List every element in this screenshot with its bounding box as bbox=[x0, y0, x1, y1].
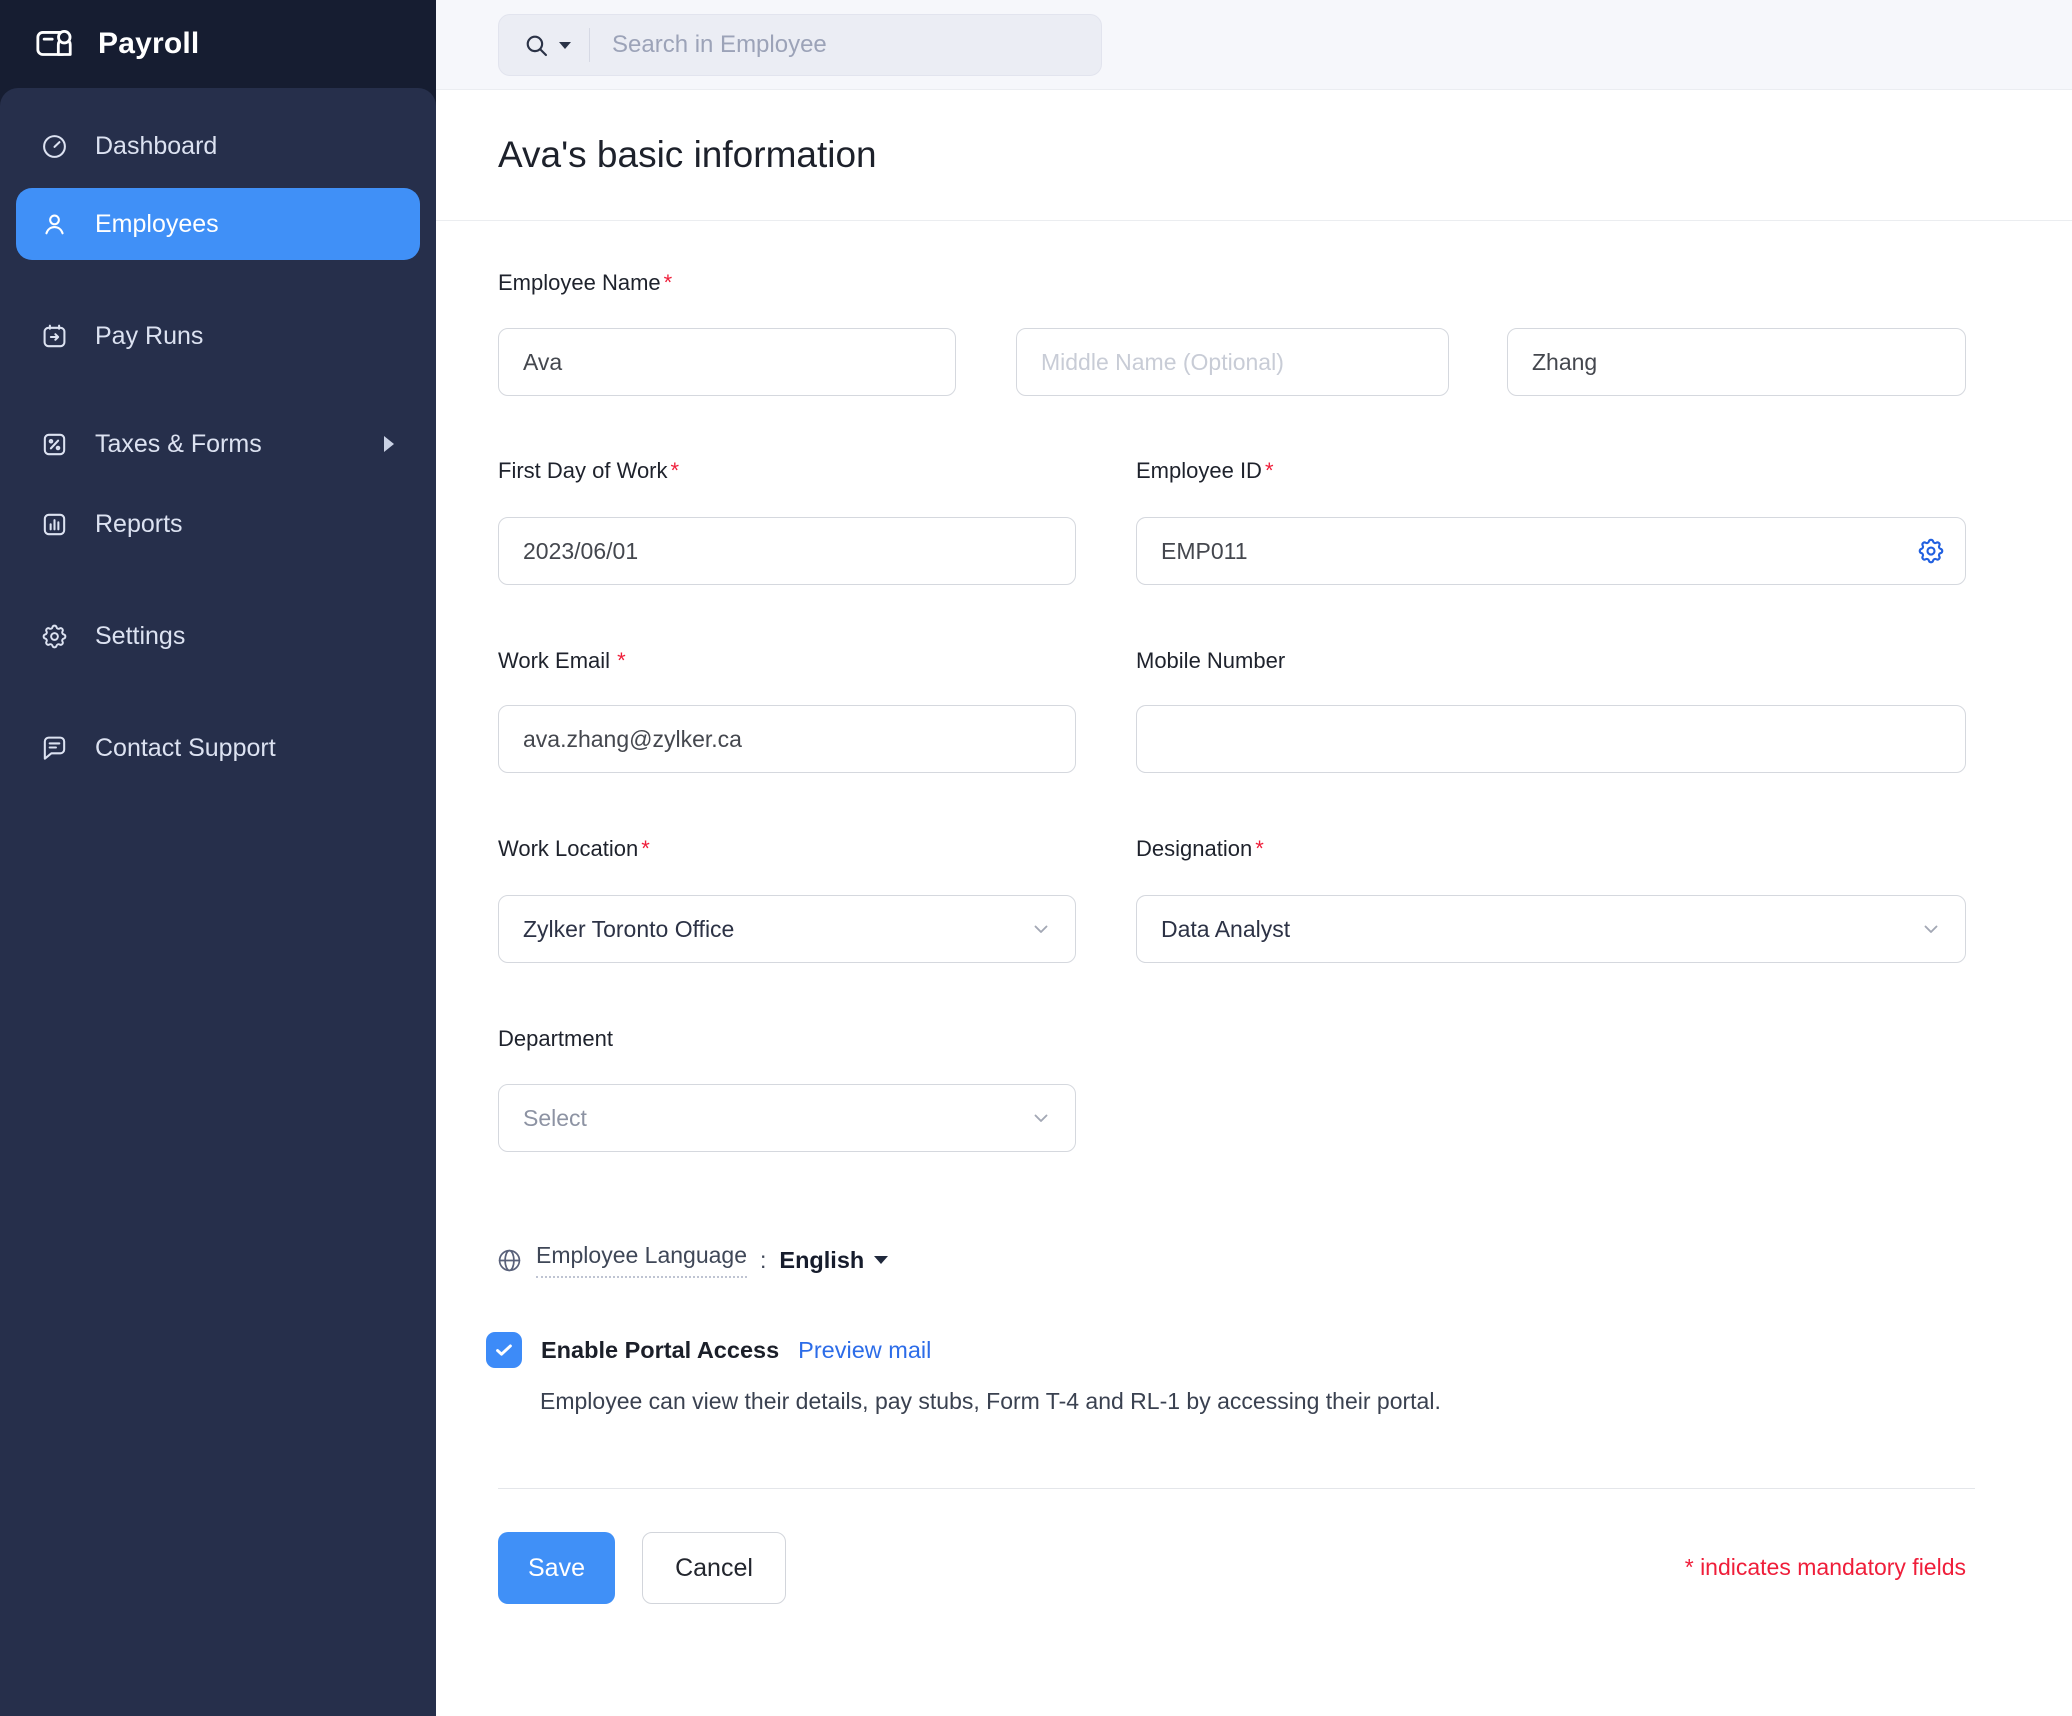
search-input[interactable] bbox=[590, 31, 1101, 59]
sidebar-item-reports[interactable]: Reports bbox=[16, 492, 420, 556]
portal-access-description: Employee can view their details, pay stu… bbox=[540, 1388, 1441, 1415]
reports-icon bbox=[40, 510, 69, 539]
taxes-forms-icon bbox=[40, 430, 69, 459]
work-email-input[interactable] bbox=[498, 705, 1076, 773]
required-asterisk: * bbox=[641, 836, 650, 861]
middle-name-input[interactable] bbox=[1016, 328, 1449, 396]
check-icon bbox=[493, 1339, 515, 1361]
contact-support-icon bbox=[40, 734, 69, 763]
page-title: Ava's basic information bbox=[498, 134, 877, 176]
mandatory-fields-note: * indicates mandatory fields bbox=[1685, 1554, 1966, 1581]
required-asterisk: * bbox=[671, 458, 680, 483]
divider bbox=[436, 220, 2072, 221]
portal-access-label: Enable Portal Access bbox=[541, 1337, 779, 1364]
employee-name-label: Employee Name* bbox=[498, 270, 672, 296]
app-title: Payroll bbox=[98, 27, 199, 61]
settings-icon bbox=[40, 622, 69, 651]
department-label: Department bbox=[498, 1026, 613, 1052]
employee-id-settings-gear-icon[interactable] bbox=[1916, 536, 1946, 566]
chevron-down-icon bbox=[1029, 1106, 1053, 1130]
employee-language-label: Employee Language bbox=[536, 1242, 747, 1278]
portal-access-checkbox[interactable] bbox=[486, 1332, 522, 1368]
sidebar-item-label: Employees bbox=[95, 210, 219, 239]
sidebar-item-label: Settings bbox=[95, 622, 185, 651]
employee-language-separator: : bbox=[760, 1247, 766, 1274]
required-asterisk: * bbox=[1265, 458, 1274, 483]
sidebar-item-label: Dashboard bbox=[95, 132, 217, 161]
first-day-of-work-input[interactable] bbox=[498, 517, 1076, 585]
employee-id-field bbox=[1136, 517, 1966, 585]
employee-id-label: Employee ID* bbox=[1136, 458, 1274, 484]
cancel-button[interactable]: Cancel bbox=[642, 1532, 786, 1604]
sidebar: Payroll Dashboard Employees bbox=[0, 0, 436, 1716]
designation-label: Designation* bbox=[1136, 836, 1264, 862]
required-asterisk: * bbox=[1255, 836, 1264, 861]
designation-select[interactable]: Data Analyst bbox=[1136, 895, 1966, 963]
department-select[interactable]: Select bbox=[498, 1084, 1076, 1152]
first-name-input[interactable] bbox=[498, 328, 956, 396]
app-logo: Payroll bbox=[0, 0, 436, 88]
sidebar-nav: Dashboard Employees Pay Runs bbox=[0, 88, 436, 1716]
sidebar-item-label: Contact Support bbox=[95, 734, 276, 763]
mobile-number-input[interactable] bbox=[1136, 705, 1966, 773]
chevron-down-icon bbox=[874, 1256, 888, 1264]
work-location-label: Work Location* bbox=[498, 836, 650, 862]
globe-icon bbox=[496, 1247, 523, 1274]
divider bbox=[498, 1488, 1975, 1489]
mobile-number-label: Mobile Number bbox=[1136, 648, 1285, 674]
chevron-down-icon bbox=[1029, 917, 1053, 941]
sidebar-item-pay-runs[interactable]: Pay Runs bbox=[16, 304, 420, 368]
sidebar-item-label: Pay Runs bbox=[95, 322, 203, 351]
required-asterisk: * bbox=[664, 270, 673, 295]
search-icon bbox=[523, 32, 550, 59]
chevron-down-icon bbox=[559, 42, 571, 49]
employee-language-dropdown[interactable]: English bbox=[779, 1247, 888, 1274]
chevron-down-icon bbox=[1919, 917, 1943, 941]
work-email-label: Work Email* bbox=[498, 648, 626, 674]
sidebar-item-contact-support[interactable]: Contact Support bbox=[16, 716, 420, 780]
employees-icon bbox=[40, 210, 69, 239]
sidebar-item-label: Taxes & Forms bbox=[95, 430, 262, 459]
employee-id-input[interactable] bbox=[1136, 517, 1966, 585]
pay-runs-icon bbox=[40, 322, 69, 351]
sidebar-item-employees[interactable]: Employees bbox=[16, 188, 420, 260]
chevron-right-icon bbox=[384, 436, 394, 452]
work-location-select[interactable]: Zylker Toronto Office bbox=[498, 895, 1076, 963]
topbar bbox=[436, 0, 2072, 90]
preview-mail-link[interactable]: Preview mail bbox=[798, 1337, 931, 1364]
main-content: Ava's basic information Employee Name* F… bbox=[436, 90, 2072, 1716]
search-scope-button[interactable] bbox=[499, 32, 589, 59]
sidebar-item-settings[interactable]: Settings bbox=[16, 604, 420, 668]
sidebar-item-taxes-forms[interactable]: Taxes & Forms bbox=[16, 412, 420, 476]
app-window: Payroll Dashboard Employees bbox=[0, 0, 2072, 1716]
sidebar-item-label: Reports bbox=[95, 510, 183, 539]
last-name-input[interactable] bbox=[1507, 328, 1966, 396]
payroll-logo-icon bbox=[34, 23, 76, 65]
sidebar-item-dashboard[interactable]: Dashboard bbox=[16, 114, 420, 178]
employee-language-row: Employee Language : English bbox=[496, 1242, 888, 1278]
first-day-of-work-label: First Day of Work* bbox=[498, 458, 679, 484]
portal-access-row: Enable Portal Access Preview mail bbox=[486, 1332, 931, 1368]
search-bar[interactable] bbox=[498, 14, 1102, 76]
required-asterisk: * bbox=[617, 648, 626, 673]
save-button[interactable]: Save bbox=[498, 1532, 615, 1604]
dashboard-icon bbox=[40, 132, 69, 161]
